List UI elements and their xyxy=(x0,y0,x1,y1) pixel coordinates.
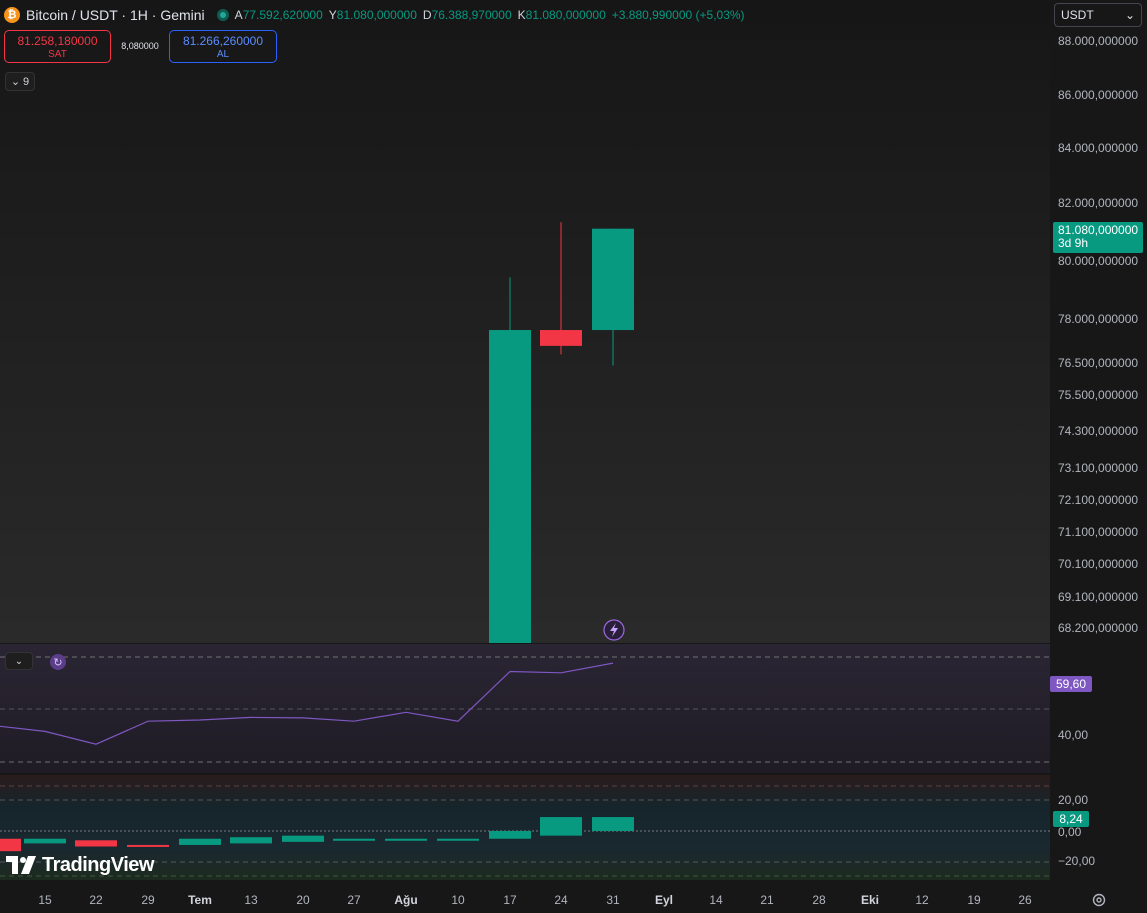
time-axis-label: 22 xyxy=(89,893,103,907)
time-axis-label: 13 xyxy=(244,893,258,907)
oscillator-bar xyxy=(282,835,324,842)
oscillator-bar xyxy=(230,837,272,844)
oscillator-bar xyxy=(437,838,479,841)
oscillator-bar xyxy=(489,831,531,839)
bar-countdown: 3d 9h xyxy=(1058,236,1089,250)
time-axis-label: 21 xyxy=(760,893,774,907)
close-value: 81.080,000000 xyxy=(525,8,606,22)
price-scale-label: 88.000,000000 xyxy=(1058,34,1139,48)
time-axis-label: 29 xyxy=(141,893,155,907)
indicators-count: 9 xyxy=(23,75,30,88)
ohlc-values: A77.592,620000 Y81.080,000000 D76.388,97… xyxy=(235,8,745,22)
oscillator-bar xyxy=(0,838,21,852)
time-axis-label: 14 xyxy=(709,893,723,907)
sell-price: 81.258,180000 xyxy=(17,34,98,48)
oscillator-bar xyxy=(179,838,221,845)
price-scale-label: 80.000,000000 xyxy=(1058,254,1139,268)
bitcoin-icon: ₿ xyxy=(4,7,20,23)
oscillator-bar xyxy=(127,844,169,847)
price-scale-label: 71.100,000000 xyxy=(1058,525,1139,539)
osc-label-0: 0,00 xyxy=(1058,825,1082,839)
gear-icon[interactable] xyxy=(1091,892,1107,908)
candle-body xyxy=(489,330,531,643)
oscillator-bar xyxy=(540,817,582,836)
time-axis-label: 10 xyxy=(451,893,465,907)
oscillator-bar xyxy=(24,838,66,844)
time-axis-label: 20 xyxy=(296,893,310,907)
chart-drawing xyxy=(0,222,1050,877)
price-scale-label: 74.300,000000 xyxy=(1058,424,1139,438)
osc-value-tag: 8,24 xyxy=(1053,811,1089,827)
symbol-title[interactable]: Bitcoin / USDT · 1H · Gemini xyxy=(26,7,205,23)
time-axis-label: Eki xyxy=(860,893,879,907)
time-axis-label: Ağu xyxy=(394,893,418,907)
buy-button[interactable]: 81.266,260000 AL xyxy=(169,30,277,63)
tradingview-mark-icon xyxy=(6,856,36,874)
rsi-line xyxy=(0,662,614,745)
time-axis-label: 15 xyxy=(38,893,52,907)
last-price-tag: 81.080,000000 3d 9h xyxy=(1053,222,1143,253)
price-scale-label: 75.500,000000 xyxy=(1058,388,1139,402)
time-axis-label: 27 xyxy=(347,893,361,907)
time-axis-label: 24 xyxy=(554,893,568,907)
oscillator-bar xyxy=(75,840,117,847)
open-value: 77.592,620000 xyxy=(242,8,323,22)
time-axis-label: Eyl xyxy=(654,893,673,907)
price-scale-label: 86.000,000000 xyxy=(1058,88,1139,102)
currency-value: USDT xyxy=(1061,8,1094,22)
indicators-collapse-button[interactable]: ⌄ 9 xyxy=(5,72,35,91)
price-scale-label: 82.000,000000 xyxy=(1058,196,1139,210)
price-scale-label: 70.100,000000 xyxy=(1058,557,1139,571)
time-axis-label: 31 xyxy=(606,893,620,907)
currency-select[interactable]: USDT ⌄ xyxy=(1054,3,1142,27)
market-status-icon[interactable] xyxy=(216,9,229,21)
price-scale-label: 84.000,000000 xyxy=(1058,141,1139,155)
price-scale-label: 68.200,000000 xyxy=(1058,621,1139,635)
price-scale-label: 72.100,000000 xyxy=(1058,493,1139,507)
candle-body xyxy=(540,330,582,346)
price-scale-label: 69.100,000000 xyxy=(1058,590,1139,604)
refresh-icon[interactable]: ↻ xyxy=(50,654,66,670)
osc-label-20: 20,00 xyxy=(1058,793,1089,807)
spread-value: 8,080000 xyxy=(121,41,159,51)
tradingview-logo[interactable]: TradingView xyxy=(6,852,154,878)
high-value: 81.080,000000 xyxy=(336,8,417,22)
buy-price: 81.266,260000 xyxy=(182,34,264,48)
time-axis-label: 19 xyxy=(967,893,981,907)
oscillator-bar xyxy=(592,817,634,831)
low-label: D xyxy=(422,8,432,22)
buy-label: AL xyxy=(216,49,230,60)
chevron-down-icon: ⌄ xyxy=(10,76,21,88)
high-label: Y xyxy=(328,8,337,22)
sell-button[interactable]: 81.258,180000 SAT xyxy=(4,30,111,63)
change-value: +3.880,990000 (+5,03%) xyxy=(611,8,745,22)
candle-body xyxy=(592,228,634,331)
price-scale-label: 73.100,000000 xyxy=(1058,461,1139,475)
time-axis-label: Tem xyxy=(188,893,212,907)
time-axis-label: 26 xyxy=(1018,893,1032,907)
osc-label-minus20: −20,00 xyxy=(1058,854,1096,868)
brand-name: TradingView xyxy=(42,853,154,876)
price-scale-label: 78.000,000000 xyxy=(1058,312,1139,326)
sell-label: SAT xyxy=(48,49,67,60)
low-value: 76.388,970000 xyxy=(431,8,512,22)
rsi-value-tag: 59,60 xyxy=(1050,676,1092,692)
oscillator-bar xyxy=(385,838,427,841)
close-label: K xyxy=(517,8,526,22)
rsi-collapse-button[interactable]: ⌄ xyxy=(5,652,33,670)
chevron-down-icon: ⌄ xyxy=(1124,8,1135,22)
open-label: A xyxy=(234,8,243,22)
time-axis-label: 17 xyxy=(503,893,517,907)
symbol-header: ₿ Bitcoin / USDT · 1H · Gemini A77.592,6… xyxy=(4,4,745,26)
time-axis-label: 12 xyxy=(915,893,929,907)
price-scale-label: 76.500,000000 xyxy=(1058,356,1139,370)
chevron-down-icon: ⌄ xyxy=(14,655,24,667)
oscillator-bar xyxy=(333,838,375,841)
rsi-level-label: 40,00 xyxy=(1058,728,1089,742)
time-axis-label: 28 xyxy=(812,893,826,907)
